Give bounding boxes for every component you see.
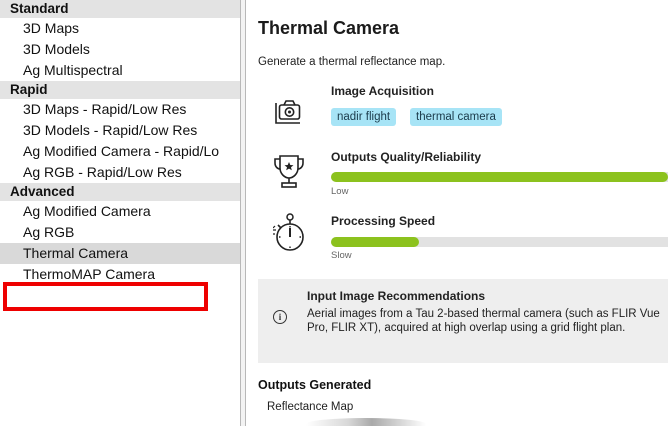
template-item-ag-rgb-rapid[interactable]: Ag RGB - Rapid/Low Res (0, 162, 240, 183)
camera-icon (275, 100, 301, 124)
template-item-3d-models-rapid[interactable]: 3D Models - Rapid/Low Res (0, 120, 240, 141)
outputs-heading: Outputs Generated (258, 378, 372, 392)
reflectance-map-thumbnail (306, 418, 426, 426)
template-item-3d-maps[interactable]: 3D Maps (0, 18, 240, 39)
speed-bar-fill (331, 237, 419, 247)
template-item-3d-maps-rapid[interactable]: 3D Maps - Rapid/Low Res (0, 99, 240, 120)
template-item-ag-modified-camera-rapid[interactable]: Ag Modified Camera - Rapid/Lo (0, 141, 240, 162)
template-item-thermomap-camera[interactable]: ThermoMAP Camera (0, 264, 240, 285)
template-item-thermal-camera[interactable]: Thermal Camera (0, 243, 240, 264)
template-list: Standard 3D Maps 3D Models Ag Multispect… (0, 0, 240, 426)
image-acquisition-label: Image Acquisition (331, 84, 434, 98)
template-item-ag-modified-camera[interactable]: Ag Modified Camera (0, 201, 240, 222)
quality-bar-fill (331, 172, 668, 182)
speed-bar (331, 237, 668, 247)
template-title: Thermal Camera (258, 18, 400, 38)
group-header-standard: Standard (0, 0, 240, 18)
template-detail-panel: Thermal Camera Generate a thermal reflec… (246, 0, 668, 426)
template-item-3d-models[interactable]: 3D Models (0, 39, 240, 60)
quality-label: Outputs Quality/Reliability (331, 150, 482, 164)
output-item-reflectance-map: Reflectance Map (267, 401, 354, 413)
stopwatch-icon (273, 213, 304, 251)
group-header-advanced: Advanced (0, 183, 240, 201)
quality-caption: Low (331, 186, 349, 197)
template-item-ag-multispectral[interactable]: Ag Multispectral (0, 60, 240, 81)
trophy-icon (274, 155, 304, 188)
quality-bar (331, 172, 668, 182)
recommendations-text: Aerial images from a Tau 2-based thermal… (307, 308, 660, 334)
info-icon: i (273, 310, 287, 324)
input-recommendations-box: i Input Image Recommendations Aerial ima… (258, 279, 668, 363)
speed-label: Processing Speed (331, 214, 436, 228)
tag-nadir-flight: nadir flight (331, 108, 397, 126)
tag-thermal-camera: thermal camera (410, 108, 502, 126)
template-description: Generate a thermal reflectance map. (258, 56, 446, 68)
recommendations-title: Input Image Recommendations (307, 289, 486, 303)
speed-caption: Slow (331, 250, 352, 261)
template-item-ag-rgb[interactable]: Ag RGB (0, 222, 240, 243)
group-header-rapid: Rapid (0, 81, 240, 99)
